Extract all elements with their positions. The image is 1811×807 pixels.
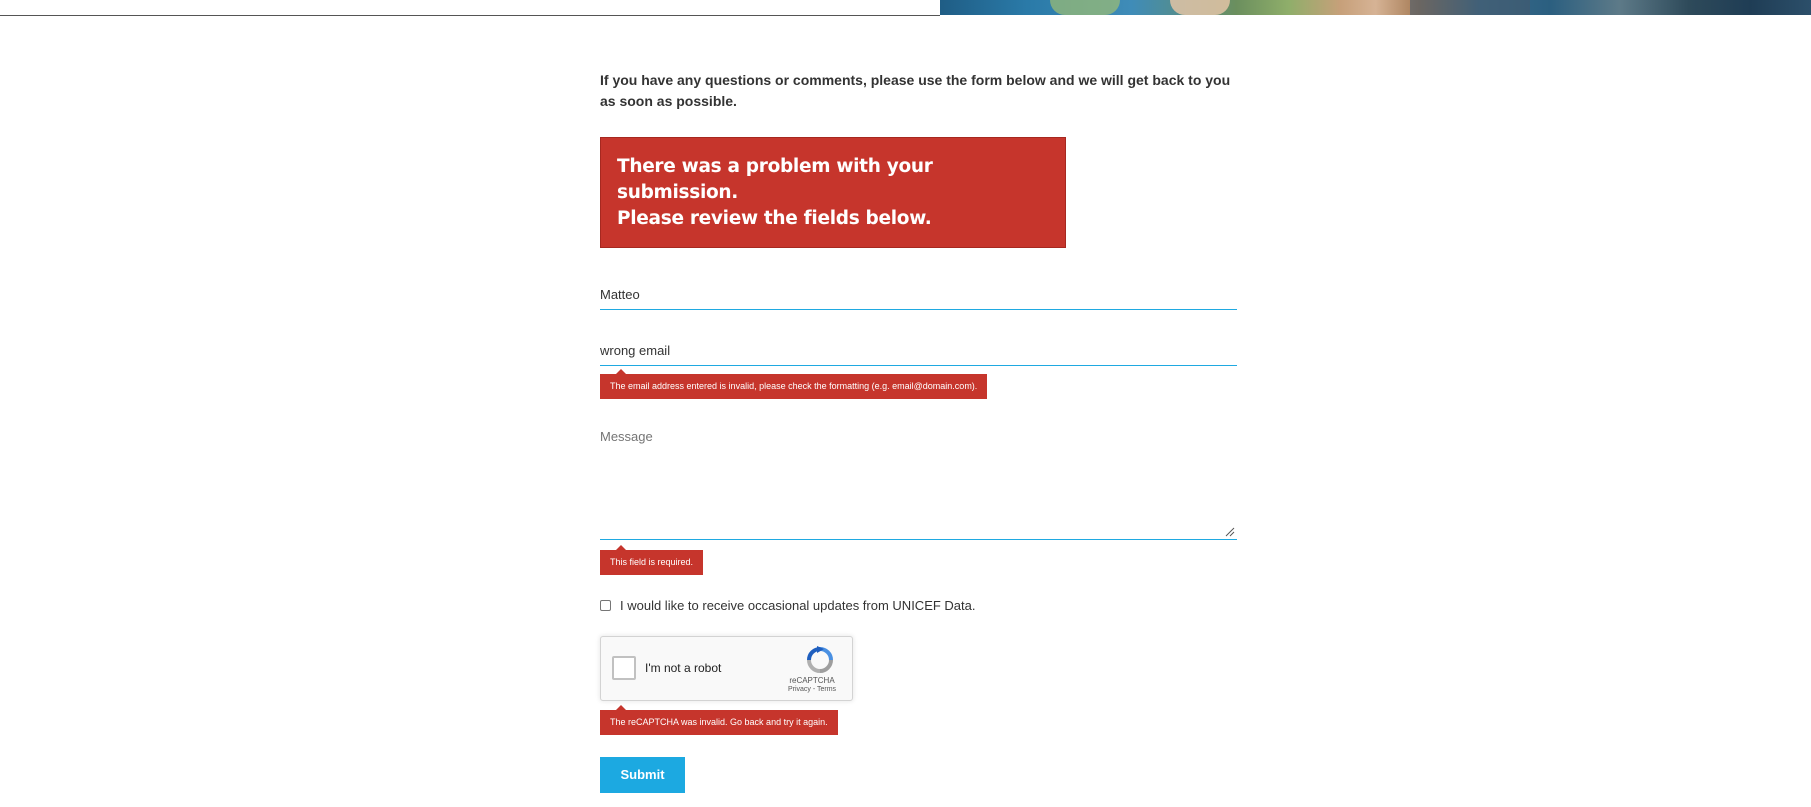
- recaptcha-checkbox[interactable]: [612, 656, 636, 680]
- email-input[interactable]: [600, 336, 1237, 365]
- recaptcha-brand: reCAPTCHA: [789, 676, 835, 685]
- name-input[interactable]: [600, 280, 1237, 309]
- updates-checkbox-label[interactable]: I would like to receive occasional updat…: [620, 598, 976, 613]
- email-field: [600, 336, 1237, 366]
- submission-error-banner: There was a problem with your submission…: [600, 137, 1066, 248]
- message-field: [600, 428, 1237, 540]
- header-divider: [0, 15, 940, 16]
- intro-text: If you have any questions or comments, p…: [600, 72, 1231, 109]
- email-error-message: The email address entered is invalid, pl…: [600, 369, 988, 399]
- resize-handle-icon[interactable]: [1225, 527, 1235, 537]
- error-banner-line-1: There was a problem with your submission…: [617, 156, 933, 203]
- submit-button[interactable]: Submit: [600, 757, 685, 793]
- recaptcha-logo-icon: [807, 646, 833, 673]
- recaptcha-label: I'm not a robot: [645, 661, 722, 675]
- recaptcha-privacy-terms-links[interactable]: Privacy - Terms: [782, 686, 842, 693]
- updates-optin: I would like to receive occasional updat…: [600, 598, 1237, 613]
- hero-image: [940, 0, 1811, 15]
- recaptcha-error-message: The reCAPTCHA was invalid. Go back and t…: [600, 705, 838, 735]
- contact-form-section: If you have any questions or comments, p…: [600, 70, 1237, 793]
- message-error-message: This field is required.: [600, 545, 704, 575]
- name-field: [600, 280, 1237, 310]
- message-textarea[interactable]: [600, 428, 1237, 538]
- error-banner-line-2: Please review the fields below.: [617, 208, 932, 229]
- recaptcha-widget: I'm not a robot reCAPTCHA Privacy - Term…: [600, 636, 853, 701]
- updates-checkbox[interactable]: [600, 600, 611, 611]
